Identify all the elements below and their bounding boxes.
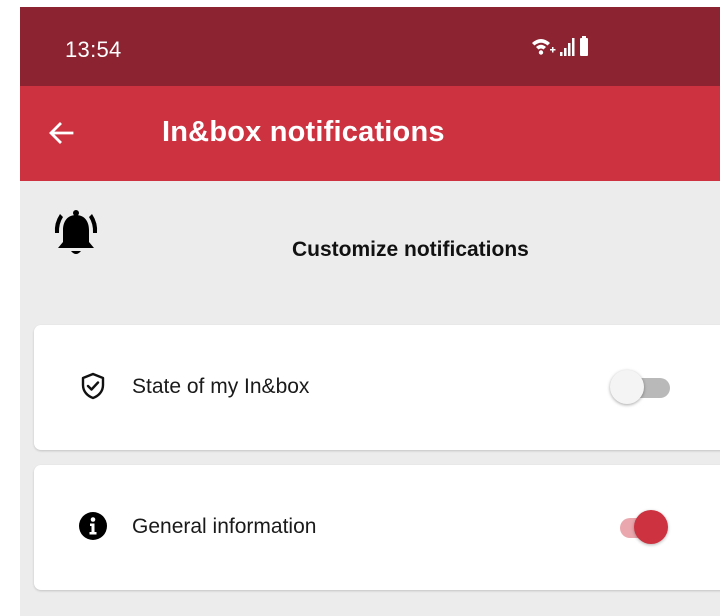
back-button[interactable] — [40, 111, 84, 155]
page-title: In&box notifications — [162, 116, 445, 148]
bell-ringing-icon — [54, 210, 98, 254]
toggle-thumb — [634, 510, 668, 544]
app-bar: In&box notifications — [20, 86, 720, 181]
setting-card-state: State of my In&box — [34, 325, 720, 450]
battery-icon — [580, 36, 588, 56]
state-toggle[interactable] — [608, 368, 672, 408]
info-icon — [79, 512, 107, 540]
setting-label: General information — [132, 515, 317, 538]
toggle-thumb — [610, 370, 644, 404]
general-info-toggle[interactable] — [608, 508, 672, 548]
signal-icon — [560, 38, 575, 56]
status-icons — [532, 36, 588, 56]
status-time: 13:54 — [65, 37, 122, 62]
app-screen: 13:54 In&box notifications Customize not… — [20, 7, 720, 616]
setting-label: State of my In&box — [132, 375, 310, 398]
status-bar: 13:54 — [20, 7, 720, 86]
setting-card-general: General information — [34, 465, 720, 590]
wifi-icon — [532, 39, 556, 55]
notifications-header: Customize notifications — [20, 181, 720, 321]
shield-check-icon — [81, 372, 105, 400]
customize-title: Customize notifications — [292, 238, 529, 261]
back-arrow-icon — [49, 122, 74, 144]
